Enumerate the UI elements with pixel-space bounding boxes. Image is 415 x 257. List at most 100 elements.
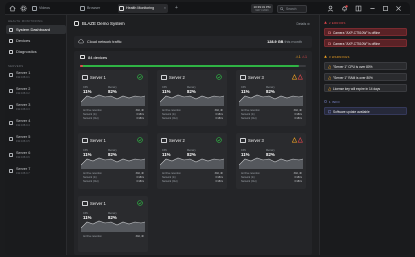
error-icon (324, 21, 327, 24)
sidebar-item-server-5[interactable]: Server 5 192.168.0.5 (6, 134, 66, 146)
sidebar-item-server-2[interactable]: Server 2 192.168.0.2 (6, 86, 66, 98)
server-card[interactable]: Server 1 CPU 11% Memory 82% Archive retention… (78, 133, 148, 189)
stat-label: Network (In) (241, 176, 255, 179)
sidebar-item-system-dashboard[interactable]: System Dashboard (6, 25, 66, 34)
memory-value: 82% (266, 89, 275, 94)
server-stats: Archive retention 30d, 4h Network (In) 0 Mb… (241, 172, 302, 184)
sidebar-item-server-6[interactable]: Server 6 192.168.0.6 (6, 150, 66, 162)
info-notification[interactable]: Software update available (324, 107, 407, 115)
stat-row: Network (Out) 0 Mb/s (162, 180, 223, 184)
server-icon (9, 72, 13, 77)
system-logo-icon (74, 21, 79, 26)
sidebar-item-server-4[interactable]: Server 4 192.168.0.4 (6, 118, 66, 130)
health-icon (119, 6, 124, 11)
server-icon (82, 138, 88, 143)
details-link[interactable]: Details ⚙ (297, 22, 311, 26)
cpu-value: 11% (83, 215, 92, 220)
memory-value: 82% (266, 152, 275, 157)
dashboard-icon (9, 27, 13, 32)
stat-label: Network (Out) (162, 117, 178, 120)
warning-icon (327, 87, 331, 91)
tab-health-monitoring[interactable]: Health Monitoring × (118, 4, 168, 13)
stat-label: Archive retention (162, 172, 181, 175)
cpu-value: 11% (241, 152, 250, 157)
stat-value: 0 Mb/s (294, 117, 302, 120)
memory-value: 82% (108, 215, 117, 220)
status-ok-icon (137, 200, 143, 206)
warning-icon (327, 76, 331, 80)
sidebar-item-diagnostics[interactable]: Diagnostics (6, 47, 66, 56)
cpu-value: 11% (162, 152, 171, 157)
sidebar-item-devices[interactable]: Devices (6, 36, 66, 45)
server-stats: Archive retention 30d, 4h (83, 235, 144, 239)
devices-header[interactable]: 84 devices (80, 55, 107, 60)
stat-value: 0 Mb/s (215, 180, 223, 183)
devices-icon (80, 55, 85, 60)
server-icon (82, 75, 88, 80)
sidebar-item-server-1[interactable]: Server 1 192.168.0.1 (6, 70, 66, 82)
status-alert-icon (292, 137, 303, 143)
sidebar-section-label: HEALTH MONITORING (8, 19, 43, 23)
browser-icon (80, 6, 85, 11)
tab-videos[interactable]: Videos (31, 4, 61, 13)
close-tab-icon[interactable]: × (164, 4, 166, 13)
server-icon (9, 88, 13, 93)
stat-label: Archive retention (83, 172, 102, 175)
warning-notification[interactable]: License key will expire in 14 days (324, 84, 407, 92)
camera-icon (327, 31, 331, 34)
stat-label: Network (Out) (241, 180, 257, 183)
error-notification[interactable]: Camera "AXP-CT510W" is offline (324, 39, 407, 47)
server-card[interactable]: Server 1 CPU 11% Memory 82% Archive retention… (78, 70, 148, 126)
stat-value: 0 Mb/s (136, 117, 144, 120)
notifications-icon[interactable] (341, 5, 348, 12)
server-stats: Archive retention 30d, 4h Network (In) 0 Mb… (162, 172, 223, 184)
cpu-value: 11% (83, 152, 92, 157)
device-alert-badges[interactable]: ⚠1 ⚠1 (296, 55, 307, 59)
tab-browser[interactable]: Browser (79, 4, 111, 13)
server-card-title: Server 1 (90, 75, 106, 80)
update-icon (327, 110, 331, 114)
devices-icon (9, 38, 13, 43)
info-icon (324, 100, 327, 104)
server-icon (9, 120, 13, 125)
video-icon (32, 6, 37, 11)
user-icon[interactable] (327, 5, 334, 12)
devices-health-fill (80, 65, 300, 67)
add-tab-button[interactable]: + (173, 4, 181, 13)
warning-icon (324, 55, 327, 58)
sidebar-item-server-3[interactable]: Server 3 192.168.0.3 (6, 102, 66, 114)
stat-row: Network (Out) 0 Mb/s (83, 117, 144, 121)
search-input[interactable]: Search (277, 4, 307, 13)
cpu-value: 11% (162, 89, 171, 94)
server-icon (9, 136, 13, 141)
server-card-title: Server 1 (90, 201, 106, 206)
settings-icon[interactable] (20, 5, 27, 12)
sidebar-item-server-7[interactable]: Server 7 192.168.0.7 (6, 166, 66, 178)
sidebar: HEALTH MONITORING System Dashboard Devic… (5, 15, 67, 255)
stat-label: Network (In) (162, 176, 176, 179)
layout-icon[interactable] (355, 5, 362, 12)
stat-row: Archive retention 30d, 4h (83, 235, 144, 239)
server-icon (161, 75, 167, 80)
minimize-icon[interactable] (369, 5, 376, 12)
warning-notification[interactable]: "Server 1" RAM is over 80% (324, 73, 407, 81)
home-icon[interactable] (9, 5, 16, 12)
warning-icon (327, 65, 331, 69)
server-card[interactable]: Server 1 CPU 11% Memory 82% Archive retention… (78, 196, 148, 252)
network-traffic-card[interactable]: Cloud network traffic 128.9 GB this mont… (74, 36, 312, 48)
stat-label: Archive retention (241, 109, 260, 112)
warning-notification[interactable]: "Server 1" CPU is over 80% (324, 62, 407, 70)
error-notification[interactable]: Camera "AXP-CT510W" is offline (324, 28, 407, 36)
maximize-icon[interactable] (382, 5, 389, 12)
close-window-icon[interactable] (395, 5, 402, 12)
server-icon (161, 138, 167, 143)
server-card[interactable]: Server 3 CPU 11% Memory 82% Archive retention… (236, 70, 306, 126)
server-stats: Archive retention 30d, 4h Network (In) 0 Mb… (162, 109, 223, 121)
server-card[interactable]: Server 2 CPU 11% Memory 82% Archive retention… (157, 70, 227, 126)
server-card[interactable]: Server 3 CPU 11% Memory 82% Archive retention… (236, 133, 306, 189)
status-ok-icon (137, 137, 143, 143)
stat-label: Network (Out) (162, 180, 178, 183)
server-card[interactable]: Server 2 CPU 11% Memory 82% Archive retention… (157, 133, 227, 189)
server-icon (9, 168, 13, 173)
stat-value: 0 Mb/s (136, 180, 144, 183)
